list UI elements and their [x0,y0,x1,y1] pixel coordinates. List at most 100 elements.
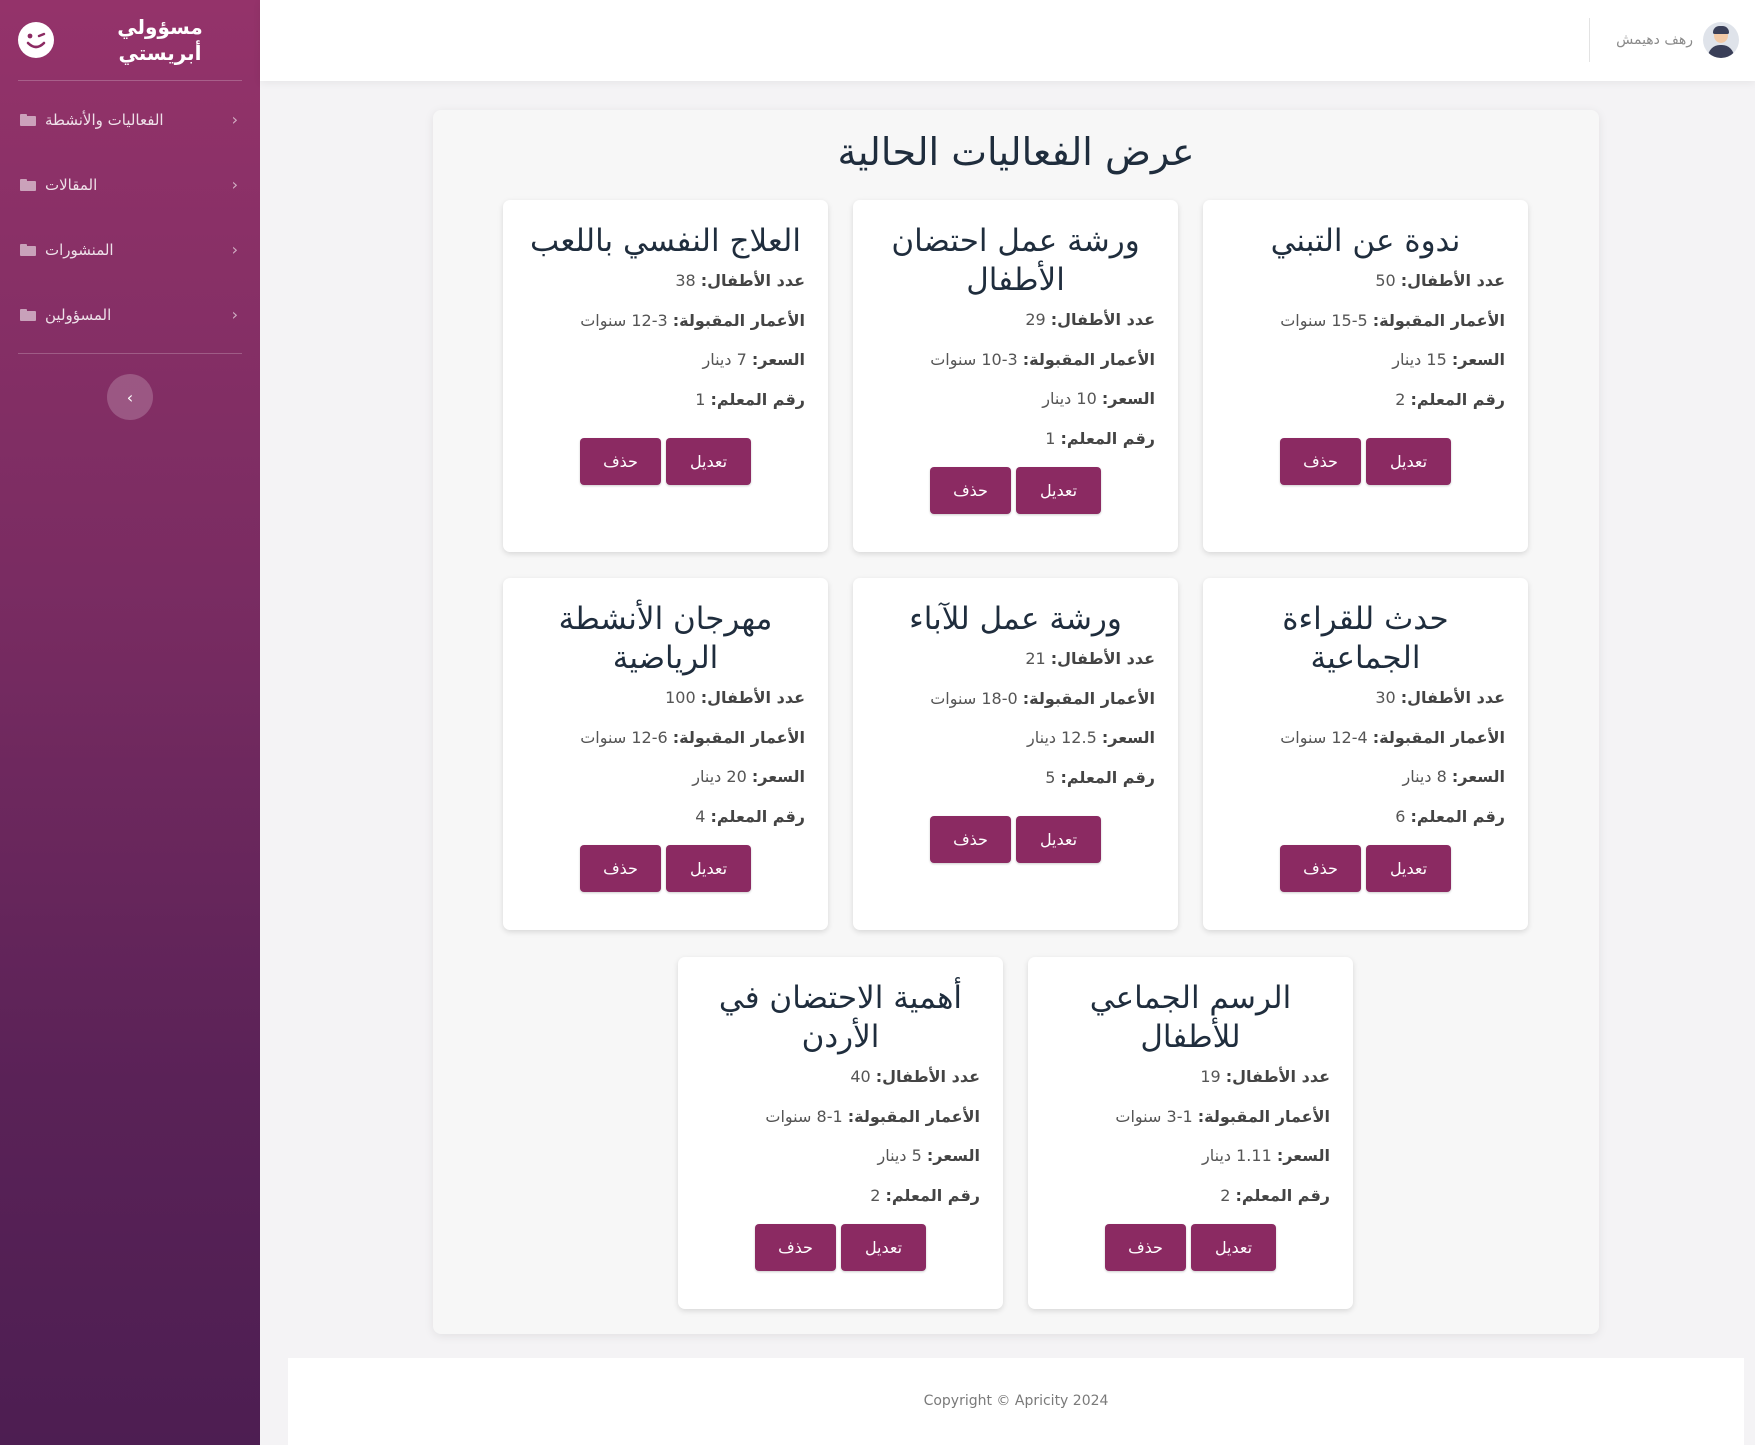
sidebar-item-posts[interactable]: المنشورات › [0,217,260,282]
sidebar-item-admins[interactable]: المسؤولين › [0,282,260,347]
sidebar: مسؤولي أبريستي الفعاليات والأنشطة › المق… [0,0,260,1445]
edit-button[interactable]: تعديل [1016,816,1101,863]
event-teacher-label: رقم المعلم: [1060,428,1155,448]
event-teacher-row: رقم المعلم: 6 [1226,806,1505,846]
event-title: ندوة عن التبني [1270,223,1461,259]
event-ages-row: الأعمار المقبولة: 0-18 سنوات [876,688,1155,728]
event-title: مهرجان الأنشطة الرياضية [558,601,773,676]
event-title: ورشة عمل احتضان الأطفال [891,223,1140,298]
event-price-label: السعر: [1101,728,1155,747]
event-ages-label: الأعمار المقبولة: [1022,688,1155,708]
event-price-row: السعر: 1.11 دينار [1051,1145,1330,1185]
edit-button[interactable]: تعديل [1366,438,1451,485]
folder-icon [20,113,36,126]
folder-icon [20,243,36,256]
delete-button[interactable]: حذف [930,467,1011,514]
event-actions: تعديل حذف [1051,1224,1330,1271]
event-children-row: عدد الأطفال: 29 [876,309,1155,349]
event-price-label: السعر: [926,1146,980,1165]
event-ages-value: 5-15 سنوات [1280,310,1368,330]
delete-button[interactable]: حذف [1105,1224,1186,1271]
event-price-value: 8 دينار [1402,767,1447,786]
delete-button[interactable]: حذف [755,1224,836,1271]
event-children-value: 19 [1200,1067,1221,1086]
event-teacher-value: 6 [1395,806,1406,826]
event-actions: تعديل حذف [876,816,1155,863]
event-teacher-label: رقم المعلم: [1410,806,1505,826]
folder-icon [20,178,36,191]
sidebar-item-label: الفعاليات والأنشطة [45,110,164,129]
event-card: ندوة عن التبني عدد الأطفال: 50 الأعمار الم… [1203,200,1528,552]
brand-title: مسؤولي أبريستي [117,15,203,65]
user-menu[interactable]: رهف دهيمش [1616,22,1739,58]
event-children-label: عدد الأطفال: [1400,271,1505,290]
event-ages-label: الأعمار المقبولة: [1022,349,1155,369]
event-price-row: السعر: 7 دينار [526,349,805,389]
events-panel: عرض الفعاليات الحالية ندوة عن التبني عدد … [433,110,1599,1334]
event-teacher-value: 2 [870,1185,881,1205]
edit-button[interactable]: تعديل [1016,467,1101,514]
sidebar-toggle-button[interactable]: ‹ [107,374,153,420]
event-teacher-value: 2 [1395,389,1406,409]
event-ages-label: الأعمار المقبولة: [672,310,805,330]
event-children-row: عدد الأطفال: 40 [701,1066,980,1106]
edit-button[interactable]: تعديل [841,1224,926,1271]
copyright-text: Copyright © Apricity 2024 [923,1393,1109,1409]
event-price-row: السعر: 12.5 دينار [876,727,1155,767]
delete-button[interactable]: حذف [580,438,661,485]
event-ages-value: 3-10 سنوات [930,349,1018,369]
event-teacher-label: رقم المعلم: [710,389,805,409]
event-card: حدث للقراءة الجماعية عدد الأطفال: 30 الأعم… [1203,578,1528,930]
edit-button[interactable]: تعديل [666,438,751,485]
event-children-value: 100 [665,688,696,707]
event-ages-label: الأعمار المقبولة: [847,1106,980,1126]
delete-button[interactable]: حذف [1280,845,1361,892]
sidebar-item-events[interactable]: الفعاليات والأنشطة › [0,87,260,152]
event-price-value: 7 دينار [702,350,747,369]
event-teacher-value: 2 [1220,1185,1231,1205]
footer: Copyright © Apricity 2024 [288,1358,1744,1445]
sidebar-nav: الفعاليات والأنشطة › المقالات › المنشورا… [0,81,260,353]
event-teacher-row: رقم المعلم: 1 [526,389,805,429]
event-title: ورشة عمل للآباء [909,601,1122,637]
event-ages-label: الأعمار المقبولة: [1197,1106,1330,1126]
event-teacher-value: 4 [695,806,706,826]
event-actions: تعديل حذف [1226,845,1505,892]
delete-button[interactable]: حذف [930,816,1011,863]
event-teacher-value: 5 [1045,767,1056,787]
event-ages-label: الأعمار المقبولة: [672,727,805,747]
event-teacher-label: رقم المعلم: [1410,389,1505,409]
delete-button[interactable]: حذف [1280,438,1361,485]
event-teacher-label: رقم المعلم: [885,1185,980,1205]
event-actions: تعديل حذف [526,845,805,892]
event-ages-value: 1-8 سنوات [765,1106,843,1126]
event-teacher-value: 1 [1045,428,1056,448]
edit-button[interactable]: تعديل [666,845,751,892]
event-teacher-label: رقم المعلم: [1235,1185,1330,1205]
event-price-label: السعر: [1451,350,1505,369]
brand[interactable]: مسؤولي أبريستي [0,0,260,80]
edit-button[interactable]: تعديل [1191,1224,1276,1271]
event-card: الرسم الجماعي للأطفال عدد الأطفال: 19 الأع… [1028,957,1353,1309]
event-children-label: عدد الأطفال: [875,1067,980,1086]
user-name: رهف دهيمش [1616,32,1693,48]
event-children-row: عدد الأطفال: 21 [876,648,1155,688]
chevron-right-icon: › [231,110,238,129]
event-price-label: السعر: [1101,389,1155,408]
event-ages-row: الأعمار المقبولة: 1-3 سنوات [1051,1106,1330,1146]
folder-icon [20,308,36,321]
event-ages-value: 1-3 سنوات [1115,1106,1193,1126]
sidebar-item-articles[interactable]: المقالات › [0,152,260,217]
event-price-value: 5 دينار [877,1146,922,1165]
event-price-value: 10 دينار [1042,389,1097,408]
event-actions: تعديل حذف [526,438,805,485]
event-price-row: السعر: 5 دينار [701,1145,980,1185]
edit-button[interactable]: تعديل [1366,845,1451,892]
event-card: مهرجان الأنشطة الرياضية عدد الأطفال: 100 ا… [503,578,828,930]
event-card: ورشة عمل احتضان الأطفال عدد الأطفال: 29 ال… [853,200,1178,552]
topbar: رهف دهيمش [260,0,1755,81]
event-teacher-row: رقم المعلم: 2 [1226,389,1505,429]
event-ages-row: الأعمار المقبولة: 1-8 سنوات [701,1106,980,1146]
sidebar-item-label: المسؤولين [45,305,112,324]
delete-button[interactable]: حذف [580,845,661,892]
